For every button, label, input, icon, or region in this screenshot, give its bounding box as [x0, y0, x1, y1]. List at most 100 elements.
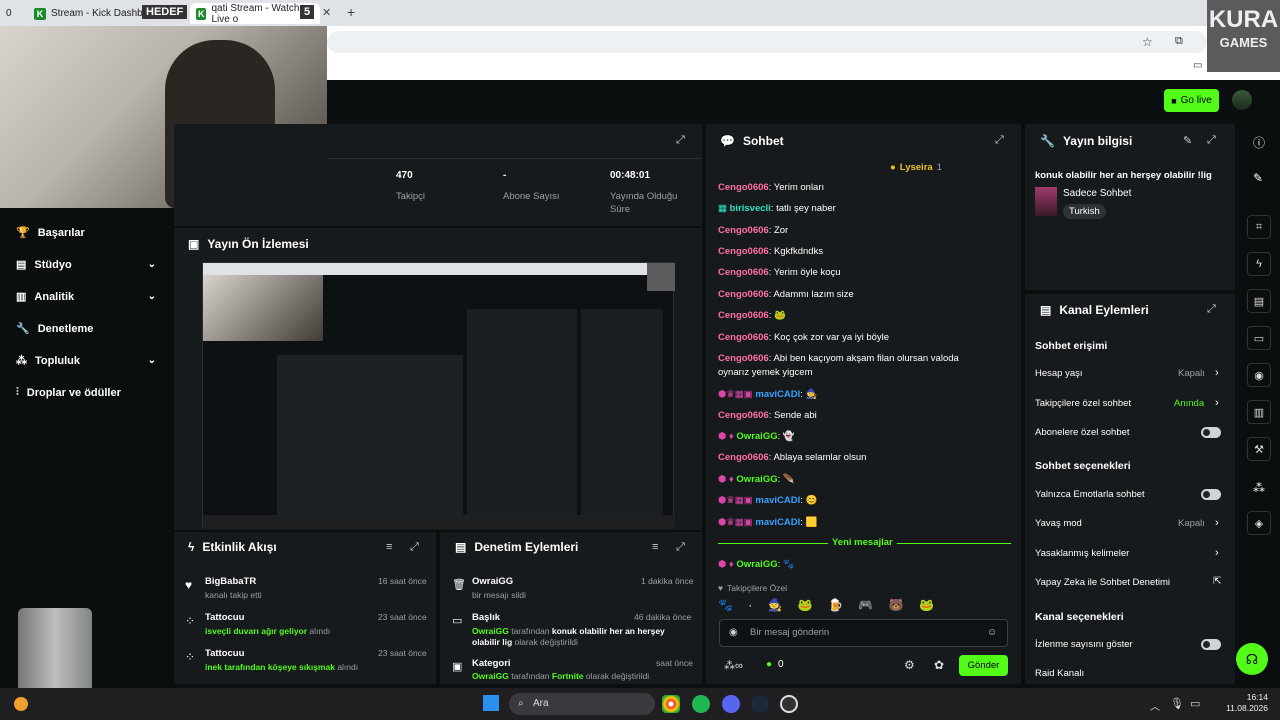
category-name[interactable]: Sadece Sohbet [1063, 188, 1131, 199]
expand-icon[interactable]: ⤢ [995, 134, 1004, 147]
tab-count-right: 5 [300, 5, 315, 19]
emote-icon: 🟨 [805, 517, 818, 528]
followers-chat-value[interactable]: Anında [1174, 398, 1204, 409]
obs-icon[interactable] [780, 695, 798, 713]
mod-item-title[interactable]: Kategori [472, 658, 511, 669]
weather-icon[interactable] [14, 697, 28, 711]
expand-icon[interactable]: ⤢ [1207, 303, 1216, 316]
ai-mod-label[interactable]: Yapay Zeka ile Sohbet Denetimi [1035, 577, 1170, 588]
filter-icon[interactable]: ≡ [386, 541, 392, 553]
url-field[interactable] [327, 31, 1207, 53]
channel-actions-title: Kanal Eylemleri [1059, 303, 1149, 317]
activity-user[interactable]: BigBabaTR [205, 576, 256, 587]
spotify-icon[interactable] [692, 695, 710, 713]
document-icon[interactable]: ▤ [1247, 289, 1271, 313]
taskbar-search[interactable] [509, 693, 655, 715]
wrench-icon[interactable]: ⚒ [1247, 437, 1271, 461]
pinned-user[interactable]: ● Lyseira 1 [890, 162, 942, 173]
network-icon[interactable]: ▭ [1190, 697, 1200, 710]
slow-mode-label[interactable]: Yavaş mod [1035, 518, 1082, 529]
mod-item-time: 1 dakika önce [641, 576, 694, 586]
badge-icon: ⬢♛▦▣ [718, 389, 753, 400]
extensions-icon[interactable]: ⧉ [1175, 35, 1183, 48]
go-live-button[interactable]: ■ Go live [1164, 89, 1219, 112]
emote-bar[interactable]: 🐾 · 🧙 🐸 🍺 🎮 🐻 🐸 [718, 598, 940, 612]
expand-icon[interactable]: ⤢ [676, 134, 685, 147]
viewer-count-toggle[interactable] [1201, 639, 1221, 650]
folder-icon[interactable]: ▭ [1193, 60, 1202, 71]
raid-label[interactable]: Raid Kanalı [1035, 668, 1084, 679]
account-age-label[interactable]: Hesap yaşı [1035, 368, 1083, 379]
lightning-icon[interactable]: ϟ [1247, 252, 1271, 276]
pencil-icon[interactable]: ✎ [1253, 171, 1263, 185]
mod-item-title[interactable]: Başlık [472, 612, 500, 623]
followers-chat-label[interactable]: Takipçilere özel sohbet [1035, 398, 1131, 409]
send-button[interactable]: Gönder [959, 655, 1008, 676]
tray-chevron-icon[interactable]: ︿ [1150, 698, 1160, 713]
layout-icon[interactable]: ▥ [1247, 400, 1271, 424]
star-icon[interactable]: ☆ [1142, 35, 1153, 49]
chevron-right-icon[interactable]: › [1215, 397, 1219, 409]
windows-start-icon[interactable] [483, 695, 499, 711]
chat-message: Cengo0606: Adammı lazım size [718, 289, 854, 300]
emotes-only-label: Yalnızca Emotlarla sohbet [1035, 489, 1145, 500]
avatar[interactable] [1232, 90, 1252, 110]
activity-user[interactable]: Tattocuu [205, 648, 244, 659]
microphone-icon[interactable]: 🎙 [1170, 697, 1184, 710]
uptime-value: 00:48:01 [610, 170, 651, 181]
discord-icon[interactable] [722, 695, 740, 713]
banned-words-label[interactable]: Yasaklanmış kelimeler [1035, 548, 1129, 559]
taskbar-clock[interactable]: 16:14 11.08.2026 [1216, 692, 1268, 714]
points-display[interactable]: ● 0 [766, 659, 784, 670]
chevron-right-icon[interactable]: › [1215, 517, 1219, 529]
chevron-right-icon[interactable]: › [1215, 547, 1219, 559]
emoji-icon[interactable]: ☺ [987, 627, 997, 638]
broadcast-icon[interactable]: ◉ [1247, 363, 1271, 387]
trophy-icon: 🏆 [16, 227, 30, 239]
tag-icon[interactable]: ◈ [1247, 511, 1271, 535]
info-icon[interactable]: ⓘ [1253, 134, 1265, 151]
chevron-right-icon[interactable]: › [1215, 367, 1219, 379]
mod-shield-icon[interactable]: ✿ [934, 658, 944, 672]
stream-preview-video[interactable] [202, 262, 675, 529]
account-age-value[interactable]: Kapalı [1178, 368, 1205, 379]
close-tab-icon[interactable]: ✕ [322, 6, 331, 19]
slow-mode-value[interactable]: Kapalı [1178, 518, 1205, 529]
sidebar-item-analytics[interactable]: ▥ Analitik ⌄ [16, 290, 156, 304]
chat-bubble-icon[interactable]: ▭ [1247, 326, 1271, 350]
expand-icon[interactable]: ⤢ [676, 541, 685, 554]
activity-user[interactable]: Tattocuu [205, 612, 244, 623]
mod-user: OwraiGG [472, 671, 509, 681]
gear-icon[interactable]: ⚙ [904, 658, 915, 672]
heart-icon: ♥ [718, 583, 724, 593]
chat-access-heading: Sohbet erişimi [1035, 340, 1108, 352]
expand-icon[interactable]: ⤢ [1207, 134, 1216, 147]
screenshot-icon[interactable]: ⌗ [1247, 215, 1271, 239]
mod-category: Fortnite [551, 671, 584, 681]
community-icon[interactable]: ⁂∞ [724, 659, 743, 672]
help-support-button[interactable]: ☊ [1236, 643, 1268, 675]
sidebar-item-achievements[interactable]: 🏆 Başarılar [16, 226, 156, 240]
badge-icon: ⬢ ♦ [718, 559, 734, 570]
new-tab-button[interactable]: + [347, 4, 355, 20]
sidebar-item-moderation[interactable]: 🔧 Denetleme [16, 322, 156, 336]
tag-turkish[interactable]: Turkish [1063, 204, 1106, 219]
pencil-icon[interactable]: ✎ [1183, 134, 1192, 147]
emotes-only-toggle[interactable] [1201, 489, 1221, 500]
subs-chat-toggle[interactable] [1201, 427, 1221, 438]
expand-icon[interactable]: ⤢ [410, 541, 419, 554]
chat-message: ⬢ ♦ OwraiGG: 🪶 [718, 474, 795, 485]
sidebar-item-community[interactable]: ⁂ Topluluk ⌄ [16, 354, 156, 368]
stream-title: konuk olabilir her an herşey olabilir !l… [1035, 170, 1212, 181]
chat-title: Sohbet [742, 134, 784, 148]
preview-webcam [203, 275, 323, 341]
sidebar-item-studio[interactable]: ▤ Stüdyo ⌄ [16, 258, 156, 272]
chrome-icon[interactable] [662, 695, 680, 713]
mod-item-title[interactable]: OwraiGG [472, 576, 513, 587]
steam-icon[interactable] [751, 695, 769, 713]
filter-icon[interactable]: ≡ [652, 541, 658, 553]
emote-icon: 😊 [805, 495, 818, 506]
external-link-icon[interactable]: ⇱ [1213, 576, 1221, 587]
sidebar-item-drops[interactable]: ⫶ Droplar ve ödüller [16, 386, 166, 399]
community-icon[interactable]: ⁂ [1253, 481, 1265, 495]
